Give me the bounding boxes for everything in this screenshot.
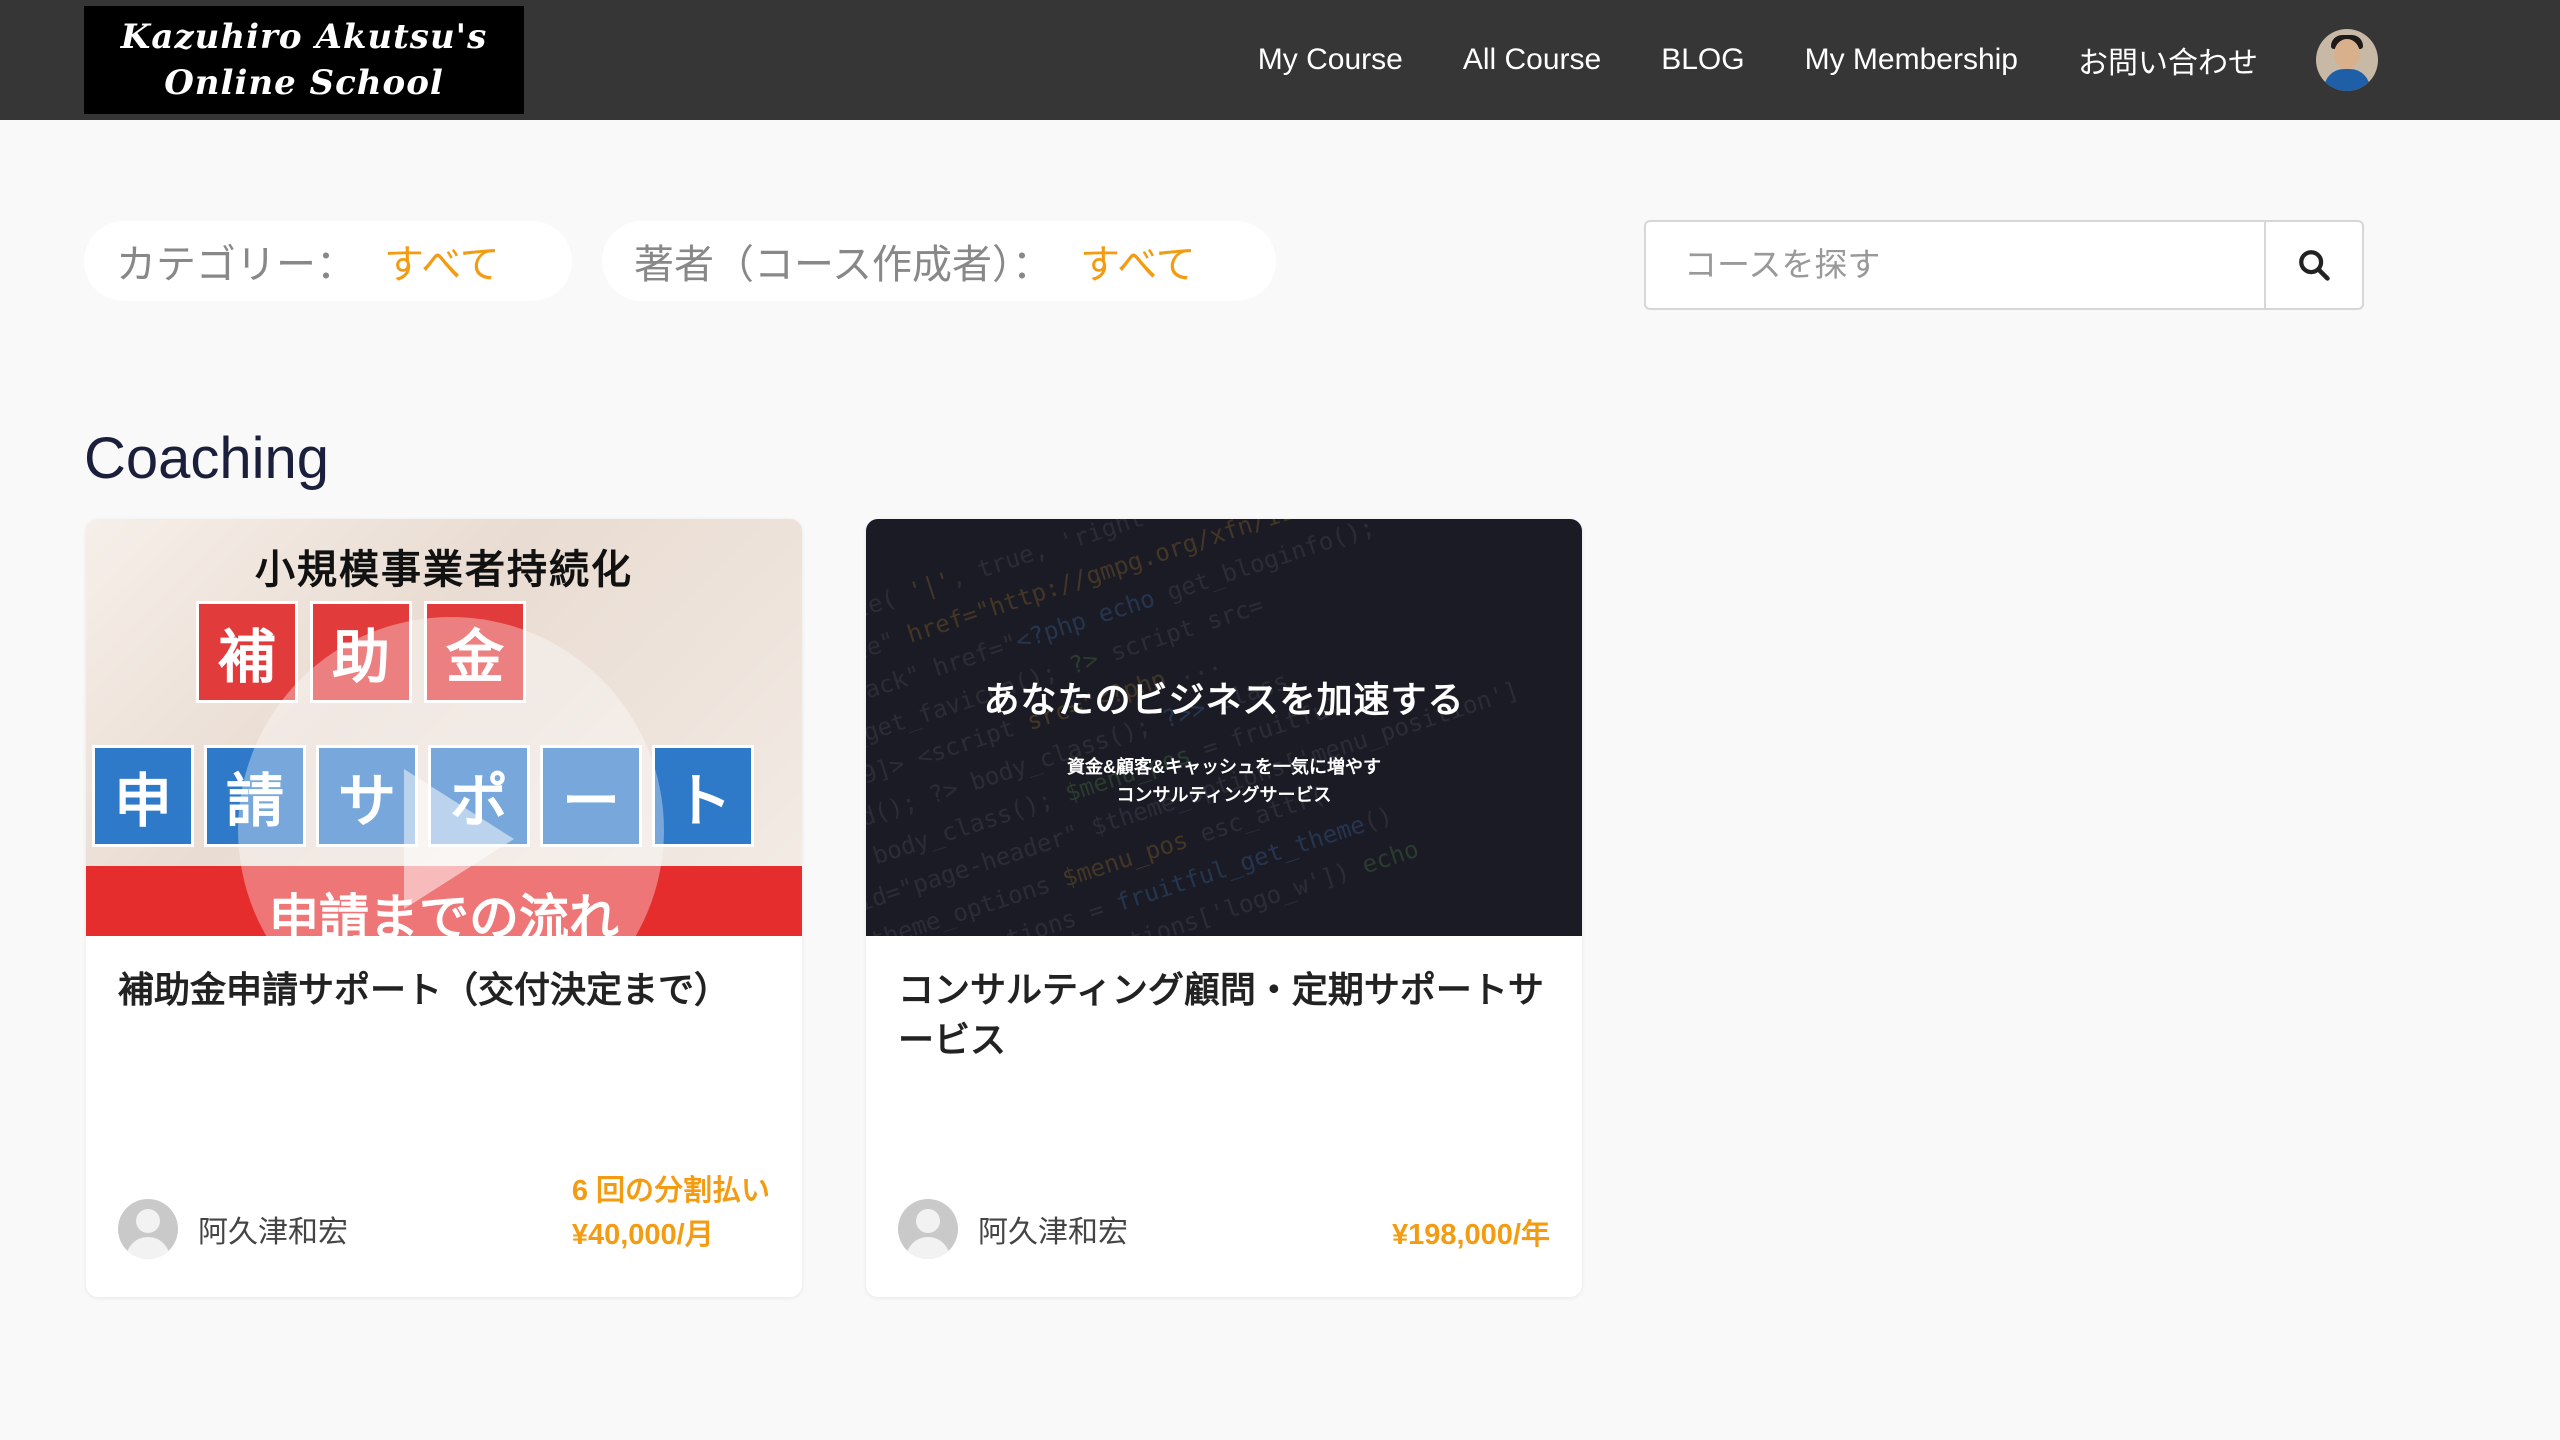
course-thumbnail[interactable]: wp_title( '|', true, 'right' ); ?> profi…	[866, 519, 1582, 936]
user-avatar[interactable]	[2316, 29, 2378, 91]
author-avatar	[898, 1199, 958, 1259]
price-amount: ¥198,000/年	[1391, 1219, 1550, 1251]
course-card[interactable]: wp_title( '|', true, 'right' ); ?> profi…	[866, 519, 1582, 1297]
course-title[interactable]: コンサルティング顧問・定期サポートサービス	[898, 965, 1548, 1065]
thumbnail-overlay	[866, 519, 1582, 936]
author-filter-value[interactable]: すべて	[1080, 232, 1196, 290]
main-nav: My Course All Course BLOG My Membership …	[1198, 0, 2378, 120]
thumbnail-tile: 申	[92, 745, 194, 847]
search-button[interactable]	[2264, 222, 2362, 308]
course-card[interactable]: 小規模事業者持続化 補 助 金 申 請 サ ポ ー ト 申請までの流れ 補助金申…	[86, 519, 802, 1297]
course-thumbnail[interactable]: 小規模事業者持続化 補 助 金 申 請 サ ポ ー ト 申請までの流れ	[86, 519, 802, 936]
nav-contact[interactable]: お問い合わせ	[2078, 38, 2258, 82]
course-search	[1644, 220, 2364, 310]
logo-line-2: Online School	[164, 63, 444, 103]
thumbnail-subtitle-line: 資金&顧客&キャッシュを一気に増やす	[1067, 757, 1381, 777]
author-name: 阿久津和宏	[198, 1216, 348, 1249]
nav-my-course[interactable]: My Course	[1258, 43, 1403, 77]
avatar-head	[916, 1209, 940, 1233]
thumbnail-tile: 補	[196, 601, 298, 703]
author-name: 阿久津和宏	[978, 1216, 1128, 1249]
category-filter-label: カテゴリー：	[116, 243, 356, 287]
search-icon	[2299, 250, 2330, 281]
logo-line-1: Kazuhiro Akutsu's	[120, 17, 488, 57]
thumbnail-tile: ト	[652, 745, 754, 847]
search-input[interactable]	[1646, 222, 2264, 308]
top-navbar: Kazuhiro Akutsu's Online School My Cours…	[0, 0, 2560, 120]
avatar-shoulders	[906, 1237, 950, 1259]
category-filter[interactable]: カテゴリー： すべて	[84, 221, 572, 301]
thumbnail-title: 小規模事業者持続化	[255, 548, 633, 592]
thumbnail-subtitle-line: コンサルティングサービス	[1116, 785, 1332, 805]
thumbnail-subtitle: 資金&顧客&キャッシュを一気に増やす コンサルティングサービス	[866, 753, 1582, 809]
avatar-shoulders	[126, 1237, 170, 1259]
course-author: 阿久津和宏	[118, 1199, 348, 1259]
avatar-head	[136, 1209, 160, 1233]
author-filter-label: 著者（コース作成者）：	[634, 243, 1052, 287]
nav-blog[interactable]: BLOG	[1661, 43, 1744, 77]
play-icon	[404, 769, 514, 909]
course-price: 6 回の分割払い ¥40,000/月	[572, 1169, 770, 1257]
course-price: ¥198,000/年	[1392, 1213, 1550, 1257]
avatar-face	[2334, 39, 2360, 69]
section-title: Coaching	[84, 426, 330, 491]
thumbnail-headline: あなたのビジネスを加速する	[983, 679, 1465, 720]
author-avatar	[118, 1199, 178, 1259]
price-installments: 6 回の分割払い	[571, 1175, 770, 1207]
nav-all-course[interactable]: All Course	[1463, 43, 1601, 77]
course-title[interactable]: 補助金申請サポート（交付決定まで）	[118, 965, 768, 1015]
nav-my-membership[interactable]: My Membership	[1805, 43, 2018, 77]
site-logo[interactable]: Kazuhiro Akutsu's Online School	[84, 6, 524, 114]
author-filter[interactable]: 著者（コース作成者）： すべて	[602, 221, 1276, 301]
course-author: 阿久津和宏	[898, 1199, 1128, 1259]
category-filter-value[interactable]: すべて	[384, 232, 500, 290]
avatar-body	[2324, 69, 2370, 91]
price-amount: ¥40,000/月	[571, 1219, 714, 1251]
